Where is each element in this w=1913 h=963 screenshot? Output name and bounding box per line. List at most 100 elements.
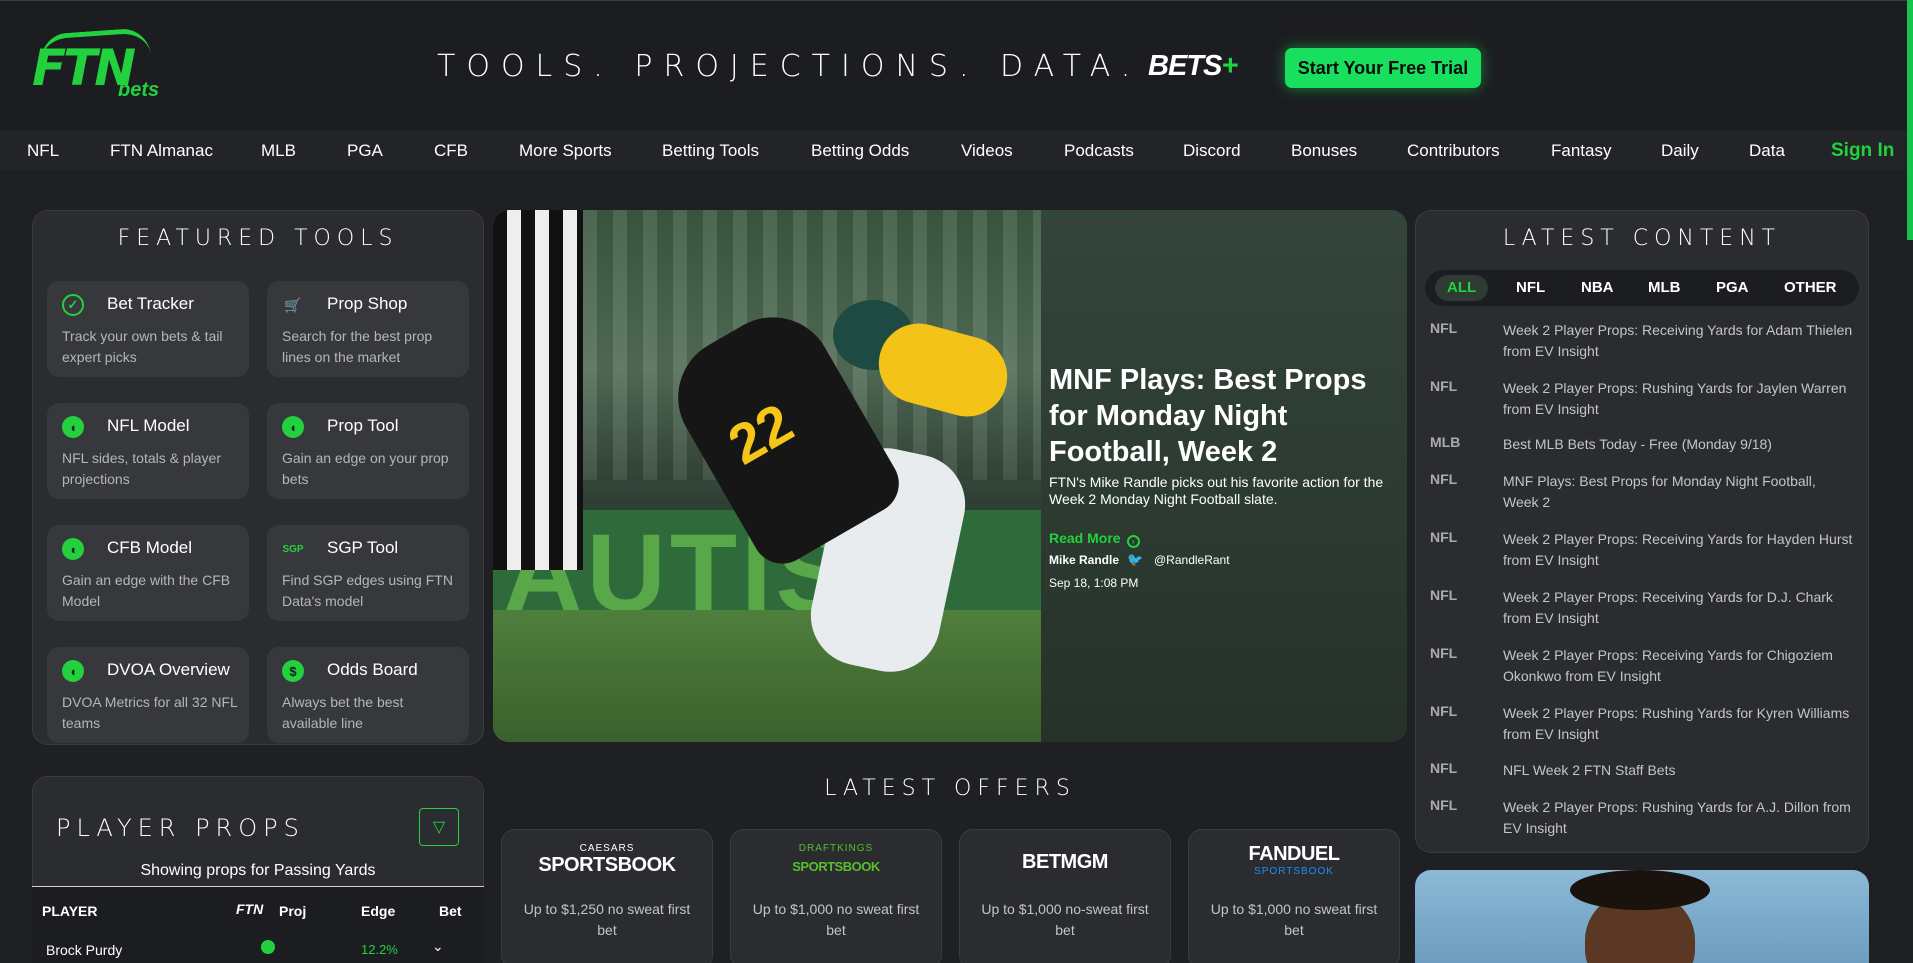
content-title[interactable]: NFL Week 2 FTN Staff Bets: [1503, 760, 1853, 781]
col-proj[interactable]: Proj: [279, 903, 306, 919]
start-free-trial-button[interactable]: Start Your Free Trial: [1285, 48, 1481, 88]
content-sport: NFL: [1430, 529, 1458, 545]
col-bet[interactable]: Bet: [439, 903, 462, 919]
twitter-icon[interactable]: 🐦: [1127, 552, 1143, 568]
nav-item-cfb[interactable]: CFB: [434, 141, 468, 161]
latest-content-title: LATEST CONTENT: [1502, 226, 1782, 251]
offer-card-caesars[interactable]: CAESARS SPORTSBOOK Up to $1,250 no sweat …: [501, 829, 713, 963]
bets-plus-logo[interactable]: BETS+: [1148, 50, 1238, 83]
ftn-mini-logo: FTN: [236, 901, 264, 917]
nav-item-betting-odds[interactable]: Betting Odds: [811, 141, 909, 161]
tool-title: Prop Tool: [327, 416, 399, 435]
tool-desc: DVOA Metrics for all 32 NFL teams: [62, 694, 238, 731]
main-nav: NFL FTN Almanac MLB PGA CFB More Sports …: [0, 131, 1913, 170]
nav-item-fantasy[interactable]: Fantasy: [1551, 141, 1611, 161]
tool-desc: Search for the best prop lines on the ma…: [282, 328, 433, 365]
content-title[interactable]: Week 2 Player Props: Receiving Yards for…: [1503, 645, 1853, 687]
filter-pga[interactable]: PGA: [1716, 279, 1749, 296]
nav-item-bonuses[interactable]: Bonuses: [1291, 141, 1357, 161]
col-player[interactable]: PLAYER: [42, 903, 98, 919]
twitter-handle[interactable]: @RandleRant: [1154, 553, 1230, 567]
offer-card-draftkings[interactable]: DRAFTKINGS SPORTSBOOK Up to $1,000 no swe…: [730, 829, 942, 963]
offer-text: Up to $1,250 no sweat first bet: [523, 901, 691, 938]
nav-item-betting-tools[interactable]: Betting Tools: [662, 141, 759, 161]
caesars-logo: CAESARS SPORTSBOOK: [501, 843, 713, 877]
nav-item-contributors[interactable]: Contributors: [1407, 141, 1500, 161]
filter-mlb[interactable]: MLB: [1648, 279, 1681, 296]
nav-item-more-sports[interactable]: More Sports: [519, 141, 612, 161]
content-title[interactable]: Week 2 Player Props: Receiving Yards for…: [1503, 320, 1853, 362]
lock-icon[interactable]: [261, 940, 275, 954]
content-title[interactable]: Week 2 Player Props: Receiving Yards for…: [1503, 587, 1853, 629]
tool-title: DVOA Overview: [107, 660, 230, 679]
tool-card-cfb-model[interactable]: ◖ CFB Model Gain an edge with the CFB Mo…: [47, 525, 249, 621]
nav-item-mlb[interactable]: MLB: [261, 141, 296, 161]
nav-item-podcasts[interactable]: Podcasts: [1064, 141, 1134, 161]
logo-sub: bets: [118, 79, 160, 101]
tool-card-nfl-model[interactable]: ◖ NFL Model NFL sides, totals & player p…: [47, 403, 249, 499]
tool-card-odds-board[interactable]: $ Odds Board Always bet the best availab…: [267, 647, 469, 743]
tool-card-dvoa-overview[interactable]: ◖ DVOA Overview DVOA Metrics for all 32 …: [47, 647, 249, 743]
col-edge[interactable]: Edge: [361, 903, 395, 919]
filter-other[interactable]: OTHER: [1784, 279, 1837, 296]
sign-in-link[interactable]: Sign In: [1831, 140, 1894, 162]
tool-card-prop-tool[interactable]: ◖ Prop Tool Gain an edge on your prop be…: [267, 403, 469, 499]
tool-desc: Gain an edge with the CFB Model: [62, 572, 231, 609]
filter-all[interactable]: ALL: [1435, 275, 1489, 301]
nav-item-daily[interactable]: Daily: [1661, 141, 1699, 161]
content-title[interactable]: Week 2 Player Props: Rushing Yards for A…: [1503, 797, 1853, 839]
tool-card-bet-tracker[interactable]: ✓ Bet Tracker Track your own bets & tail…: [47, 281, 249, 377]
sgp-icon: SGP: [282, 543, 304, 555]
latest-offers-title: LATEST OFFERS: [824, 776, 1076, 801]
author-name[interactable]: Mike Randle: [1049, 553, 1119, 567]
filter-icon[interactable]: ▽: [419, 808, 459, 846]
content-filter-bar: ALL NFL NBA MLB PGA OTHER: [1425, 270, 1859, 306]
tool-card-prop-shop[interactable]: 🛒 Prop Shop Search for the best prop lin…: [267, 281, 469, 377]
read-more-label: Read More: [1049, 530, 1121, 546]
turf: [493, 610, 1041, 742]
brand-name: FANDUEL: [1248, 843, 1340, 865]
offer-card-fanduel[interactable]: FANDUEL SPORTSBOOK Up to $1,000 no sweat …: [1188, 829, 1400, 963]
filter-nba[interactable]: NBA: [1581, 279, 1614, 296]
hero-title[interactable]: MNF Plays: Best Props for Monday Night F…: [1049, 362, 1399, 470]
content-title[interactable]: Best MLB Bets Today - Free (Monday 9/18): [1503, 434, 1853, 455]
filter-nfl[interactable]: NFL: [1516, 279, 1545, 296]
chevron-down-icon[interactable]: ⌄: [432, 938, 444, 955]
hero-image: AUTIS 22: [493, 210, 1041, 742]
latest-content-panel: LATEST CONTENT ALL NFL NBA MLB PGA OTHER…: [1415, 210, 1869, 853]
hero-subtitle: FTN's Mike Randle picks out his favorite…: [1049, 474, 1384, 507]
tool-card-sgp-tool[interactable]: SGP SGP Tool Find SGP edges using FTN Da…: [267, 525, 469, 621]
nav-item-ftn-almanac[interactable]: FTN Almanac: [110, 141, 213, 161]
tool-desc: Always bet the best available line: [282, 694, 404, 731]
draftkings-logo: DRAFTKINGS SPORTSBOOK: [730, 843, 942, 877]
offer-text: Up to $1,000 no-sweat first bet: [981, 901, 1149, 938]
tool-title: CFB Model: [107, 538, 193, 557]
ftn-bets-logo[interactable]: FTN bets: [30, 27, 162, 101]
nav-item-pga[interactable]: PGA: [347, 141, 383, 161]
helmet-icon: ◖: [282, 416, 304, 438]
props-showing-label: Showing props for Passing Yards: [140, 862, 376, 879]
edge-value: 12.2%: [361, 942, 398, 957]
content-title[interactable]: Week 2 Player Props: Rushing Yards for K…: [1503, 703, 1853, 745]
brand-sub: SPORTSBOOK: [538, 854, 676, 876]
content-sport: NFL: [1430, 760, 1458, 776]
content-title[interactable]: Week 2 Player Props: Rushing Yards for J…: [1503, 378, 1853, 420]
tool-desc: Track your own bets & tail expert picks: [62, 328, 223, 365]
featured-player-image[interactable]: [1415, 870, 1869, 963]
nav-item-discord[interactable]: Discord: [1183, 141, 1241, 161]
content-title[interactable]: MNF Plays: Best Props for Monday Night F…: [1503, 471, 1853, 513]
table-row[interactable]: Brock Purdy 12.2% ⌄: [32, 934, 484, 963]
offer-card-betmgm[interactable]: BETMGM Up to $1,000 no-sweat first bet: [959, 829, 1171, 963]
offer-text: Up to $1,000 no sweat first bet: [752, 901, 920, 938]
nav-item-nfl[interactable]: NFL: [27, 141, 59, 161]
content-sport: NFL: [1430, 378, 1458, 394]
hero-article[interactable]: AUTIS 22 MNF Plays: Best Props for Monda…: [493, 210, 1407, 742]
fanduel-logo: FANDUEL SPORTSBOOK: [1188, 843, 1400, 877]
nav-item-data[interactable]: Data: [1749, 141, 1785, 161]
read-more-link[interactable]: Read More ›: [1049, 530, 1140, 548]
nav-item-videos[interactable]: Videos: [961, 141, 1013, 161]
content-title[interactable]: Week 2 Player Props: Receiving Yards for…: [1503, 529, 1853, 571]
featured-tools-title: FEATURED TOOLS: [117, 226, 399, 251]
tagline: TOOLS. PROJECTIONS. DATA.: [437, 49, 1142, 84]
scrollbar-thumb[interactable]: [1907, 0, 1913, 240]
